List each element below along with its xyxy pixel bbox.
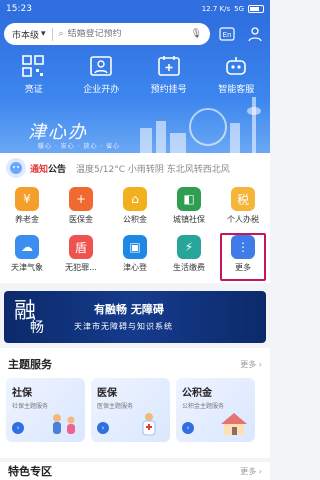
arrow-right-icon: ›: [12, 422, 24, 434]
quick-show-id[interactable]: 亮证: [4, 54, 64, 95]
family-illustration: [53, 414, 75, 434]
chevron-down-icon: ▾: [41, 29, 46, 39]
service-label: 养老金: [15, 215, 39, 224]
service-icon: ☁: [15, 235, 39, 259]
service-label: 津心登: [123, 263, 147, 272]
service-icon: +: [69, 187, 93, 211]
theme-card-medical-insurance[interactable]: 医保 医保主题服务 ›: [91, 378, 170, 442]
city-skyline-illustration: [140, 97, 261, 153]
city-label: 市本级: [12, 30, 40, 41]
qr-code-icon: [21, 55, 44, 77]
service-item[interactable]: ⌂ 公积金: [108, 187, 162, 235]
theme-card-social-security[interactable]: 社保 社保主题服务 ›: [6, 378, 85, 442]
service-icon: ▣: [123, 235, 147, 259]
accessibility-banner[interactable]: 融 畅 有融畅 无障碍 天津市无障碍与知识系统: [4, 291, 266, 343]
theme-services-section: 主题服务 更多 › 社保 社保主题服务 › 医保 医保主题服务 › 公积金 公积…: [0, 348, 270, 458]
service-item[interactable]: ⚡ 生活缴费: [162, 235, 216, 287]
network-speed: 12.7 K/s: [201, 5, 231, 13]
en-language-icon[interactable]: En: [216, 23, 238, 45]
more-link[interactable]: 更多 ›: [240, 359, 262, 370]
notice-tag: 通知公告: [30, 164, 67, 175]
notice-message: 温度5/12°C 小雨转阴 东北风转西北风: [76, 164, 230, 175]
service-item[interactable]: ¥ 养老金: [0, 187, 54, 235]
service-item[interactable]: 盾无犯罪...: [54, 235, 108, 287]
service-item[interactable]: ▣ 津心登: [108, 235, 162, 287]
service-item[interactable]: ☁ 天津气象: [0, 235, 54, 287]
more-services-button[interactable]: ⋮ 更多: [220, 233, 266, 281]
service-label: 无犯罪...: [65, 263, 97, 272]
arrow-right-icon: ›: [182, 422, 194, 434]
service-label: 公积金: [123, 215, 147, 224]
service-label: 生活缴费: [173, 263, 205, 272]
search-box[interactable]: 市本级 ▾ ⌕ 🎙: [4, 23, 210, 45]
theme-cards: 社保 社保主题服务 › 医保 医保主题服务 › 公积金 公积金主题服务 ›: [0, 378, 270, 442]
search-input[interactable]: [67, 29, 191, 39]
service-label: 个人办税: [227, 215, 259, 224]
banner-big-char-2: 畅: [30, 320, 44, 336]
notice-bar[interactable]: 通知公告 温度5/12°C 小雨转阴 东北风转西北风: [0, 153, 270, 183]
banner-headline: 有融畅 无障碍: [94, 303, 164, 316]
service-icon: ◧: [177, 187, 201, 211]
arrow-right-icon: ›: [97, 422, 109, 434]
service-label: 医保金: [69, 215, 93, 224]
service-icon: 盾: [69, 235, 93, 259]
more-link[interactable]: 更多 ›: [240, 466, 262, 477]
svg-text:En: En: [223, 31, 232, 39]
search-icon: ⌕: [58, 29, 64, 39]
service-label: 更多: [235, 263, 251, 272]
calendar-plus-icon: [157, 56, 180, 76]
service-item[interactable]: + 医保金: [54, 187, 108, 235]
status-time: 15:23: [6, 4, 32, 14]
house-illustration: [221, 413, 247, 435]
quick-smart-service[interactable]: 智能客服: [206, 54, 266, 95]
hero-subtitle: 暖心 · 安心 · 放心 · 省心: [38, 143, 121, 150]
user-icon[interactable]: [244, 23, 266, 45]
theme-card-housing-fund[interactable]: 公积金 公积金主题服务 ›: [176, 378, 255, 442]
quick-business-start[interactable]: 企业开办: [71, 54, 131, 95]
service-icon: ⋮: [231, 235, 255, 259]
battery-icon: [248, 5, 264, 13]
hero-header: 市本级 ▾ ⌕ 🎙 En 亮证 企业开办 预约挂号 智能客服: [0, 18, 270, 153]
microphone-icon[interactable]: 🎙: [191, 29, 202, 39]
special-zone-header: 特色专区 更多 ›: [0, 462, 270, 480]
service-item[interactable]: 税个人办税: [216, 187, 270, 235]
mascot-avatar: [6, 158, 26, 178]
city-selector[interactable]: 市本级 ▾: [12, 27, 53, 41]
service-icon: ⚡: [177, 235, 201, 259]
business-card-icon: [90, 56, 113, 76]
signal-label: 5G: [234, 5, 244, 13]
section-title: 特色专区: [8, 465, 52, 478]
quick-appointment[interactable]: 预约挂号: [139, 54, 199, 95]
quick-label: 亮证: [24, 85, 43, 95]
search-row: 市本级 ▾ ⌕ 🎙 En: [4, 22, 266, 46]
service-icon: ¥: [15, 187, 39, 211]
status-bar: 15:23 12.7 K/s 5G: [0, 0, 270, 18]
section-title: 主题服务: [8, 358, 52, 371]
quick-actions: 亮证 企业开办 预约挂号 智能客服: [0, 54, 270, 95]
service-icon: 税: [231, 187, 255, 211]
robot-icon: [226, 57, 247, 75]
service-label: 天津气象: [11, 263, 43, 272]
quick-label: 企业开办: [83, 85, 120, 95]
service-label: 城镇社保: [173, 215, 205, 224]
service-grid: ¥ 养老金 + 医保金 ⌂ 公积金 ◧ 城镇社保 税个人办税 ☁ 天津气象 盾无犯罪... ▣ 津心登 ⚡ 生…: [0, 183, 270, 283]
doctor-illustration: [142, 413, 156, 436]
service-item[interactable]: ◧ 城镇社保: [162, 187, 216, 235]
banner-subline: 天津市无障碍与知识系统: [74, 322, 173, 331]
service-icon: ⌂: [123, 187, 147, 211]
